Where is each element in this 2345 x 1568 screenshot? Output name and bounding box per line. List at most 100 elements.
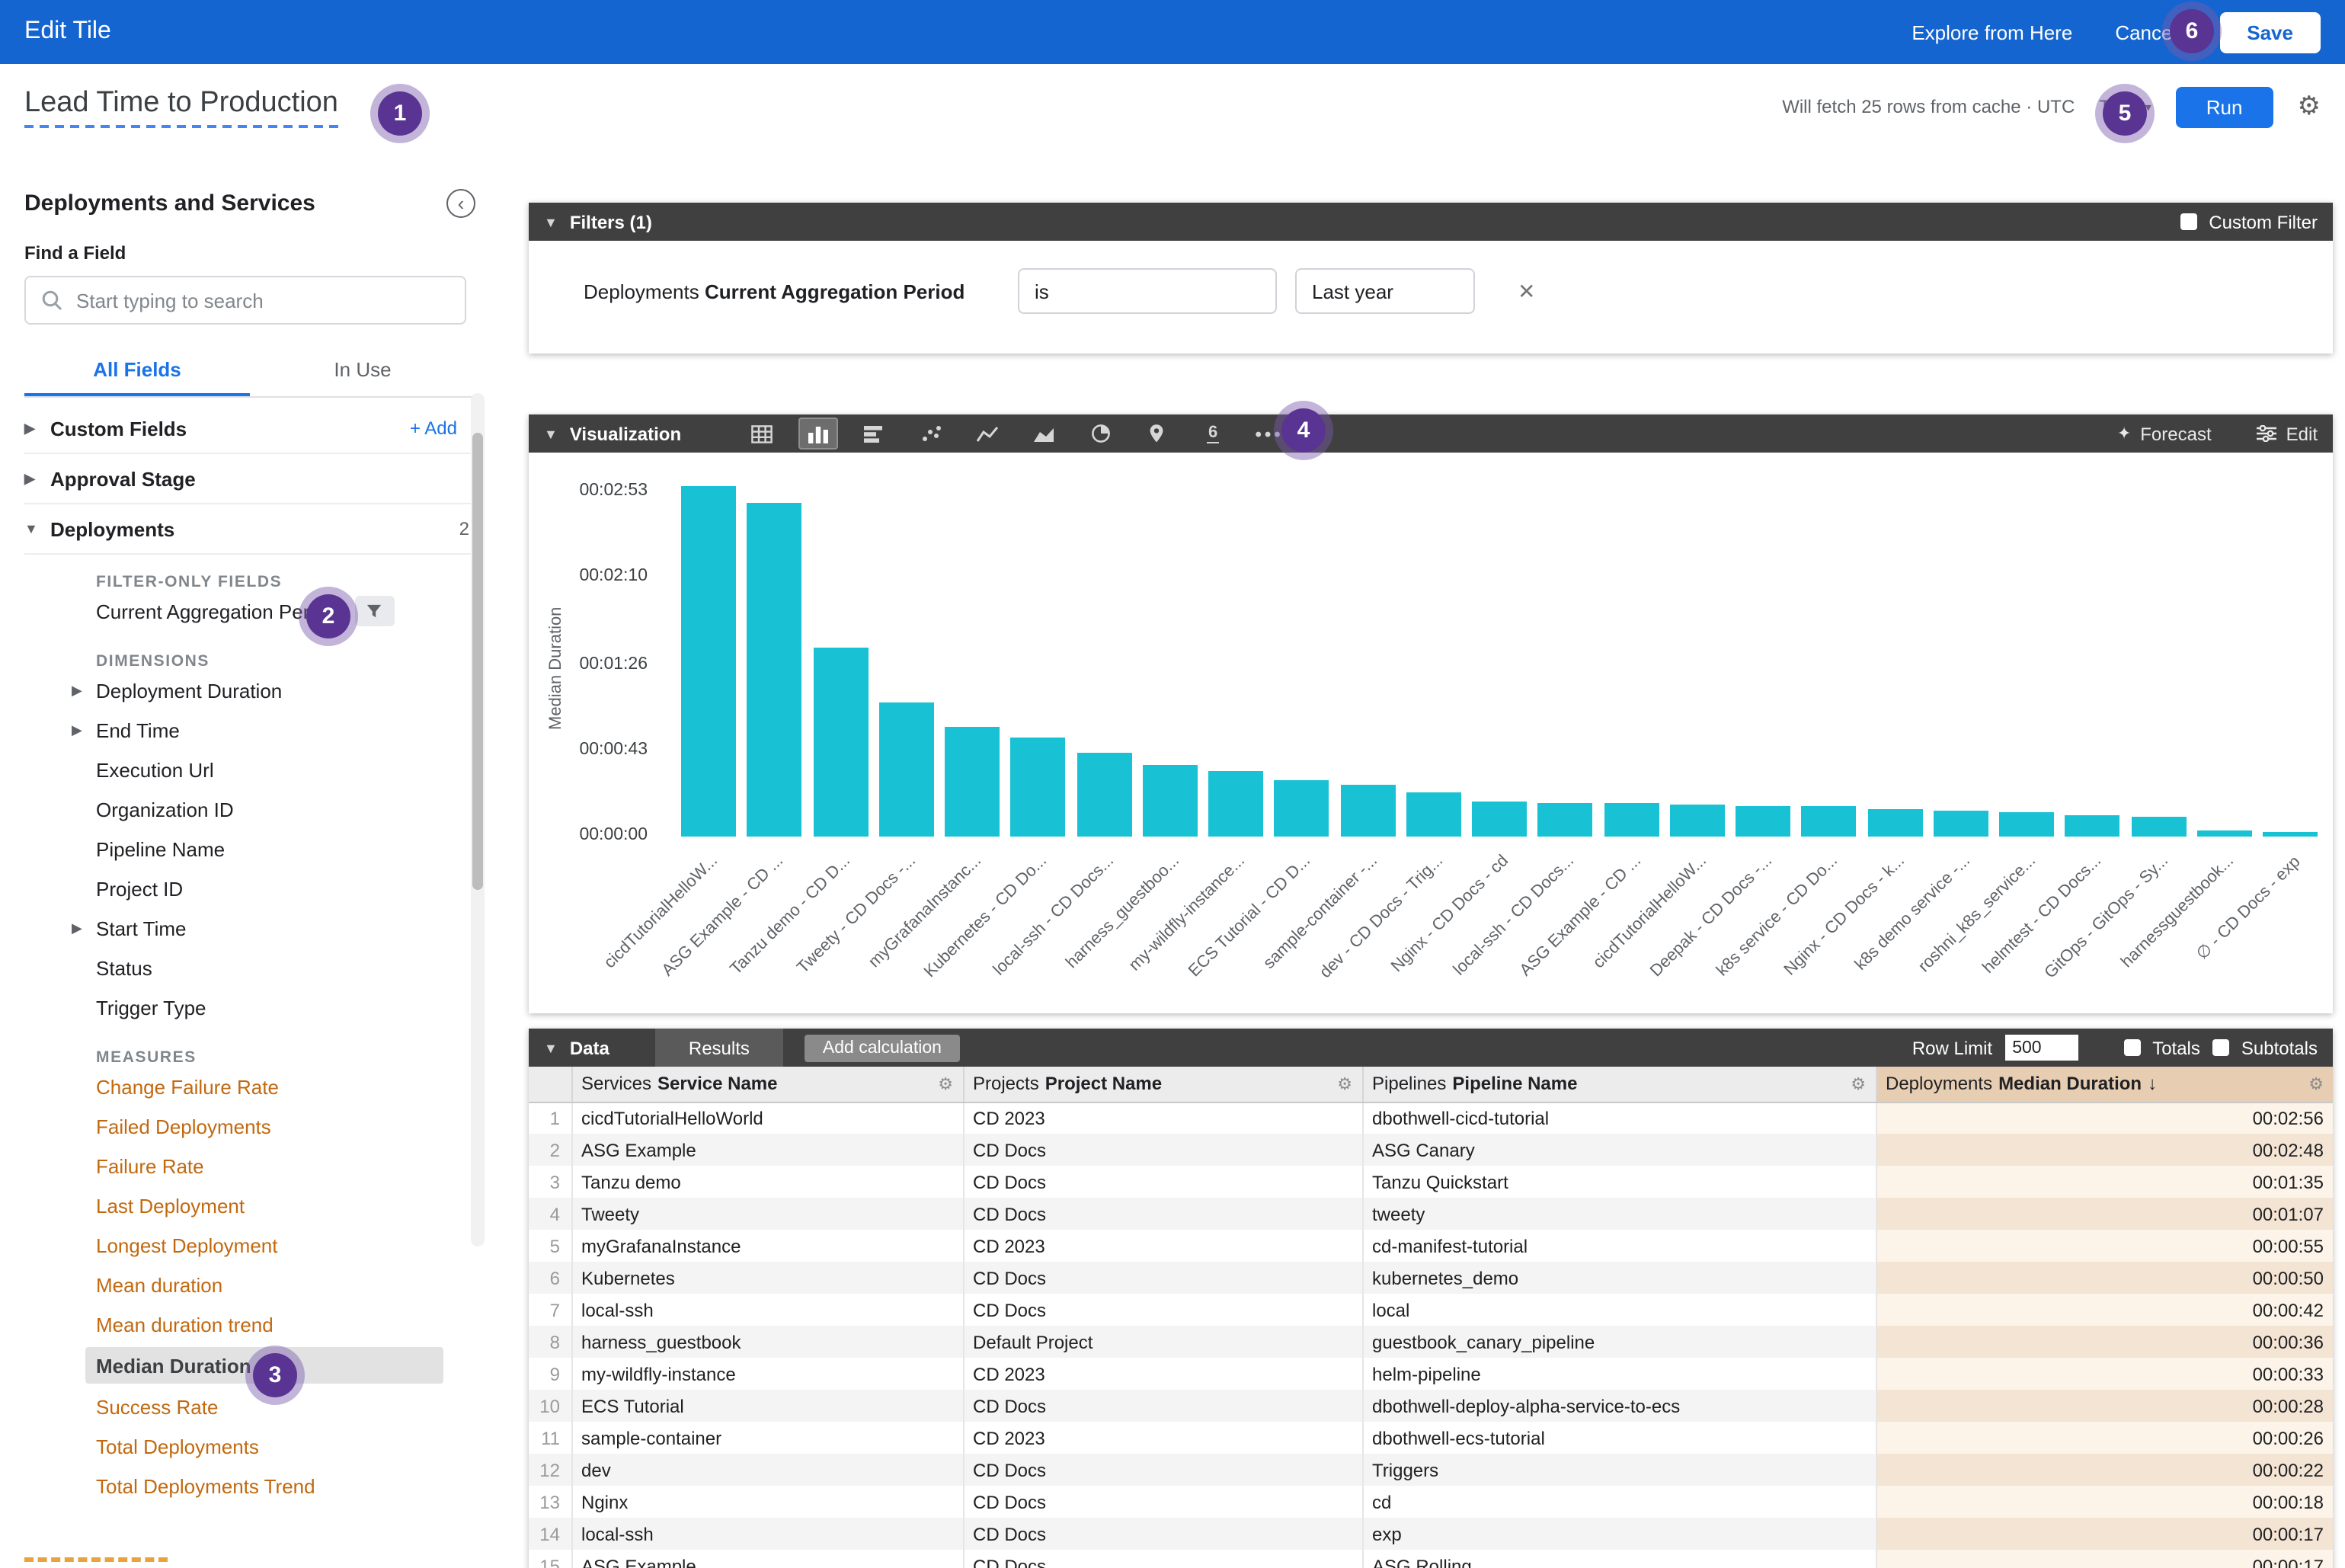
median-duration-cell[interactable]: 00:00:17 xyxy=(1876,1550,2333,1568)
table-row[interactable]: 12 dev CD Docs Triggers 00:00:22 xyxy=(529,1454,2333,1486)
service-name-cell[interactable]: myGrafanaInstance xyxy=(571,1230,963,1262)
table-row[interactable]: 2 ASG Example CD Docs ASG Canary 00:02:4… xyxy=(529,1134,2333,1166)
line-chart-icon[interactable] xyxy=(968,418,1007,450)
group-approval-stage[interactable]: ▶ Approval Stage xyxy=(24,454,481,504)
chart-bar[interactable] xyxy=(1275,781,1329,837)
chart-bar[interactable] xyxy=(879,703,934,837)
totals-checkbox[interactable] xyxy=(2123,1039,2140,1056)
chart-bar[interactable] xyxy=(2065,814,2120,837)
group-deployments[interactable]: ▼ Deployments 2 xyxy=(24,504,481,555)
table-row[interactable]: 4 Tweety CD Docs tweety 00:01:07 xyxy=(529,1198,2333,1230)
table-row[interactable]: 3 Tanzu demo CD Docs Tanzu Quickstart 00… xyxy=(529,1166,2333,1198)
dimension-field[interactable]: ▶ Pipeline Name xyxy=(24,829,481,869)
chart-bar[interactable] xyxy=(1670,805,1725,837)
filter-funnel-icon[interactable] xyxy=(354,596,394,626)
measure-field[interactable]: Change Failure Rate xyxy=(24,1067,481,1106)
column-gear-icon[interactable]: ⚙ xyxy=(1851,1074,1866,1094)
add-calculation-button[interactable]: Add calculation xyxy=(805,1034,960,1061)
median-duration-cell[interactable]: 00:00:55 xyxy=(1876,1230,2333,1262)
median-duration-cell[interactable]: 00:02:48 xyxy=(1876,1134,2333,1166)
search-input[interactable] xyxy=(76,289,427,312)
service-name-cell[interactable]: ECS Tutorial xyxy=(571,1390,963,1422)
visualization-header-bar[interactable]: ▼ Visualization xyxy=(529,414,2333,453)
chart-bar[interactable] xyxy=(2131,817,2186,837)
tab-results[interactable]: Results xyxy=(655,1029,783,1067)
service-name-cell[interactable]: cicdTutorialHelloWorld xyxy=(571,1102,963,1134)
median-duration-cell[interactable]: 00:00:36 xyxy=(1876,1326,2333,1358)
chart-bar[interactable] xyxy=(2197,830,2252,837)
median-duration-cell[interactable]: 00:01:35 xyxy=(1876,1166,2333,1198)
median-duration-cell[interactable]: 00:00:18 xyxy=(1876,1486,2333,1518)
dimension-field[interactable]: ▶ Start Time xyxy=(24,908,481,948)
viz-edit-button[interactable]: Edit xyxy=(2257,423,2318,444)
table-row[interactable]: 10 ECS Tutorial CD Docs dbothwell-deploy… xyxy=(529,1390,2333,1422)
pipeline-name-cell[interactable]: dbothwell-deploy-alpha-service-to-ecs xyxy=(1362,1390,1876,1422)
column-header-pipeline-name[interactable]: PipelinesPipeline Name⚙ xyxy=(1362,1067,1876,1102)
project-name-cell[interactable]: CD Docs xyxy=(963,1486,1362,1518)
table-row[interactable]: 9 my-wildfly-instance CD 2023 helm-pipel… xyxy=(529,1358,2333,1390)
pipeline-name-cell[interactable]: guestbook_canary_pipeline xyxy=(1362,1326,1876,1358)
field-current-aggregation-period[interactable]: Current Aggregation Period xyxy=(24,591,481,631)
table-row[interactable]: 1 cicdTutorialHelloWorld CD 2023 dbothwe… xyxy=(529,1102,2333,1134)
project-name-cell[interactable]: CD Docs xyxy=(963,1454,1362,1486)
service-name-cell[interactable]: local-ssh xyxy=(571,1294,963,1326)
project-name-cell[interactable]: CD 2023 xyxy=(963,1422,1362,1454)
column-header-median-duration[interactable]: DeploymentsMedian Duration↓⚙ xyxy=(1876,1067,2333,1102)
bar-chart-icon[interactable] xyxy=(855,418,894,450)
pipeline-name-cell[interactable]: dbothwell-ecs-tutorial xyxy=(1362,1422,1876,1454)
filter-value-input[interactable]: Last year xyxy=(1295,268,1475,314)
median-duration-cell[interactable]: 00:00:22 xyxy=(1876,1454,2333,1486)
measure-field[interactable]: Failure Rate xyxy=(24,1146,481,1186)
table-row[interactable]: 7 local-ssh CD Docs local 00:00:42 xyxy=(529,1294,2333,1326)
measure-field[interactable]: Success Rate xyxy=(24,1387,481,1426)
cancel-link[interactable]: Cancel xyxy=(2115,21,2177,43)
service-name-cell[interactable]: Kubernetes xyxy=(571,1262,963,1294)
run-button[interactable]: Run xyxy=(2176,86,2273,127)
service-name-cell[interactable]: local-ssh xyxy=(571,1518,963,1550)
table-row[interactable]: 14 local-ssh CD Docs exp 00:00:17 xyxy=(529,1518,2333,1550)
project-name-cell[interactable]: CD Docs xyxy=(963,1550,1362,1568)
chart-bar[interactable] xyxy=(2263,833,2318,837)
data-header-bar[interactable]: ▼ Data Results Add calculation Row Limit… xyxy=(529,1029,2333,1067)
chart-bar[interactable] xyxy=(681,486,736,837)
median-duration-cell[interactable]: 00:01:07 xyxy=(1876,1198,2333,1230)
field-search-box[interactable] xyxy=(24,276,466,325)
row-limit-input[interactable] xyxy=(2004,1035,2078,1061)
chart-bar[interactable] xyxy=(813,648,868,837)
dimension-field[interactable]: ▶ Organization ID xyxy=(24,789,481,829)
project-name-cell[interactable]: CD Docs xyxy=(963,1390,1362,1422)
pipeline-name-cell[interactable]: cd-manifest-tutorial xyxy=(1362,1230,1876,1262)
save-button[interactable]: Save xyxy=(2219,11,2321,53)
median-duration-cell[interactable]: 00:00:26 xyxy=(1876,1422,2333,1454)
pipeline-name-cell[interactable]: ASG Canary xyxy=(1362,1134,1876,1166)
service-name-cell[interactable]: sample-container xyxy=(571,1422,963,1454)
area-chart-icon[interactable] xyxy=(1024,418,1064,450)
pipeline-name-cell[interactable]: exp xyxy=(1362,1518,1876,1550)
dimension-field[interactable]: ▶ Deployment Duration xyxy=(24,670,481,710)
chart-bar[interactable] xyxy=(747,502,802,837)
chart-bar[interactable] xyxy=(1340,785,1395,837)
map-pin-icon[interactable] xyxy=(1137,418,1176,450)
dimension-field[interactable]: ▶ Trigger Type xyxy=(24,987,481,1027)
tab-in-use[interactable]: In Use xyxy=(250,346,475,396)
dimension-field[interactable]: ▶ Execution Url xyxy=(24,750,481,789)
measure-field[interactable]: Mean duration trend xyxy=(24,1304,481,1344)
subtotals-checkbox[interactable] xyxy=(2212,1039,2229,1056)
project-name-cell[interactable]: CD Docs xyxy=(963,1294,1362,1326)
column-header-project-name[interactable]: ProjectsProject Name⚙ xyxy=(963,1067,1362,1102)
chart-bar[interactable] xyxy=(945,727,1000,837)
service-name-cell[interactable]: Tanzu demo xyxy=(571,1166,963,1198)
chart-bar[interactable] xyxy=(1011,737,1066,837)
project-name-cell[interactable]: Default Project xyxy=(963,1326,1362,1358)
chart-bar[interactable] xyxy=(1077,753,1131,837)
measure-field[interactable]: Mean duration xyxy=(24,1265,481,1304)
measure-field[interactable]: Longest Deployment xyxy=(24,1225,481,1265)
chart-bar[interactable] xyxy=(1208,771,1263,837)
table-row[interactable]: 5 myGrafanaInstance CD 2023 cd-manifest-… xyxy=(529,1230,2333,1262)
project-name-cell[interactable]: CD 2023 xyxy=(963,1230,1362,1262)
settings-gear-icon[interactable]: ⚙ xyxy=(2298,91,2321,122)
chart-bar[interactable] xyxy=(1736,807,1790,837)
dimension-field[interactable]: ▶ Project ID xyxy=(24,869,481,908)
table-row[interactable]: 13 Nginx CD Docs cd 00:00:18 xyxy=(529,1486,2333,1518)
service-name-cell[interactable]: harness_guestbook xyxy=(571,1326,963,1358)
